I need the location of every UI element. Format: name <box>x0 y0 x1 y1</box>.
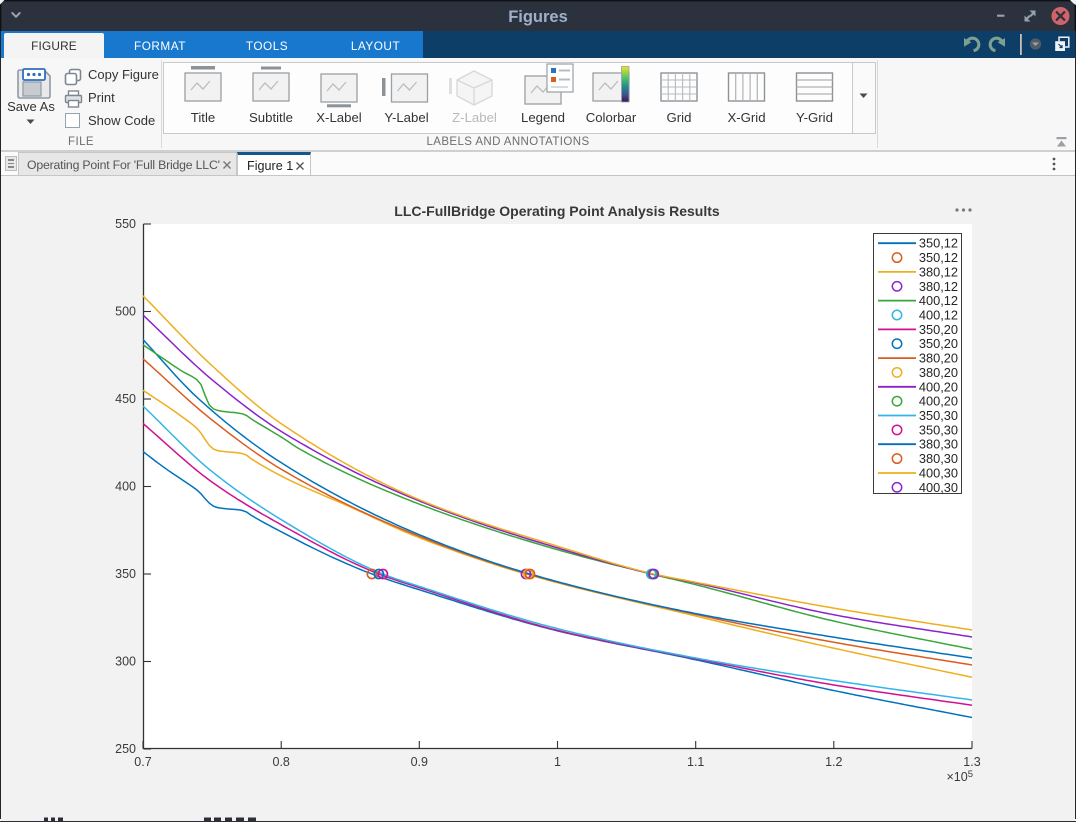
svg-text:550: 550 <box>115 217 136 231</box>
svg-text:400,20: 400,20 <box>919 379 958 394</box>
svg-text:400,30: 400,30 <box>919 466 958 481</box>
svg-text:X-Label: X-Label <box>316 110 362 125</box>
svg-text:350,30: 350,30 <box>919 422 958 437</box>
svg-text:400,12: 400,12 <box>919 293 958 308</box>
svg-text:380,20: 380,20 <box>919 351 958 366</box>
svg-text:350,12: 350,12 <box>919 236 958 251</box>
svg-text:350,20: 350,20 <box>919 336 958 351</box>
svg-text:400,12: 400,12 <box>919 308 958 323</box>
svg-text:250: 250 <box>115 742 136 756</box>
svg-text:500: 500 <box>115 305 136 319</box>
svg-text:350,20: 350,20 <box>919 322 958 337</box>
svg-text:LLC-FullBridge Operating Point: LLC-FullBridge Operating Point Analysis … <box>394 203 720 219</box>
svg-text:400,30: 400,30 <box>919 480 958 495</box>
svg-text:400,20: 400,20 <box>919 394 958 409</box>
svg-text:Title: Title <box>191 110 215 125</box>
svg-text:450: 450 <box>115 392 136 406</box>
svg-text:380,12: 380,12 <box>919 279 958 294</box>
svg-text:380,12: 380,12 <box>919 264 958 279</box>
svg-text:1.2: 1.2 <box>825 755 842 769</box>
svg-text:380,20: 380,20 <box>919 365 958 380</box>
svg-text:0.9: 0.9 <box>411 755 428 769</box>
svg-text:Y-Grid: Y-Grid <box>796 110 833 125</box>
svg-text:300: 300 <box>115 655 136 669</box>
svg-text:Grid: Grid <box>667 110 692 125</box>
svg-text:1.1: 1.1 <box>687 755 704 769</box>
svg-text:Subtitle: Subtitle <box>249 110 293 125</box>
svg-text:1.3: 1.3 <box>963 755 980 769</box>
svg-text:0.7: 0.7 <box>134 755 151 769</box>
svg-text:Colorbar: Colorbar <box>586 110 637 125</box>
svg-text:Legend: Legend <box>521 110 565 125</box>
svg-text:0.8: 0.8 <box>273 755 290 769</box>
svg-text:400: 400 <box>115 480 136 494</box>
svg-text:1: 1 <box>554 755 561 769</box>
svg-text:380,30: 380,30 <box>919 451 958 466</box>
svg-text:Y-Label: Y-Label <box>384 110 428 125</box>
svg-text:350: 350 <box>115 567 136 581</box>
svg-text:Z-Label: Z-Label <box>452 110 497 125</box>
svg-text:X-Grid: X-Grid <box>727 110 765 125</box>
svg-text:350,12: 350,12 <box>919 250 958 265</box>
svg-text:380,30: 380,30 <box>919 437 958 452</box>
svg-text:350,30: 350,30 <box>919 408 958 423</box>
